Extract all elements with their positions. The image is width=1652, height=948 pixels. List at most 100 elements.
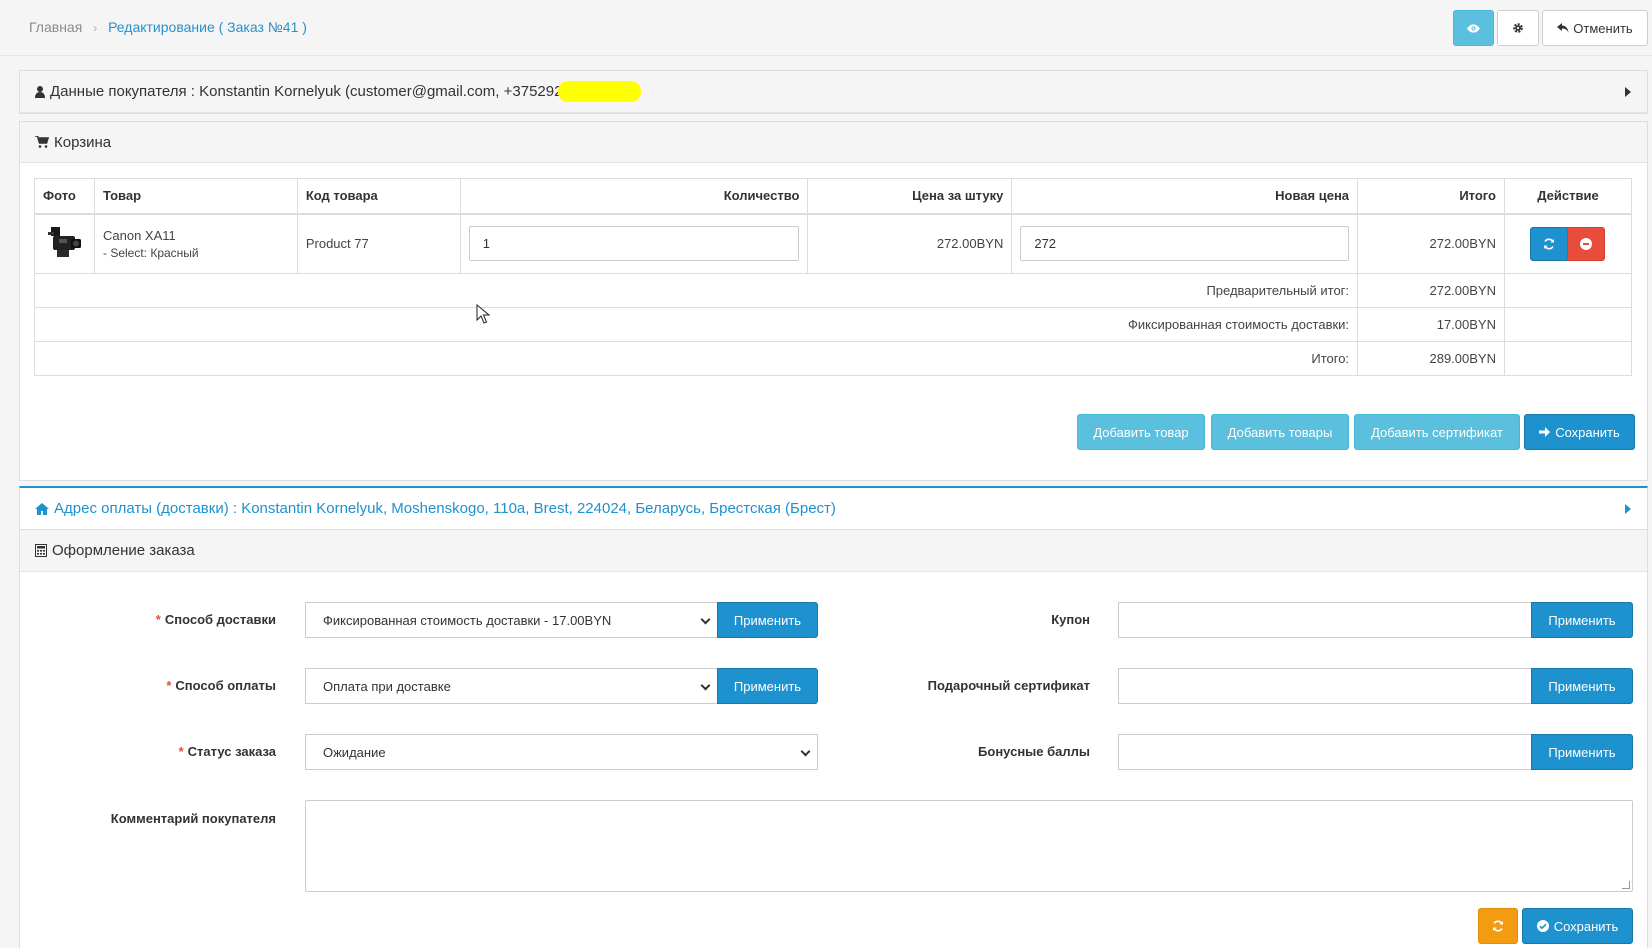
cart-table: Фото Товар Код товара Количество Цена за… xyxy=(33,178,1633,376)
apply-payment-button[interactable]: Применить xyxy=(717,668,818,704)
breadcrumb-current-link[interactable]: Редактирование ( Заказ №41 ) xyxy=(108,19,307,35)
unit-price: 272.00BYN xyxy=(807,213,1013,274)
check-circle-icon xyxy=(1536,920,1549,932)
totals-value: 17.00BYN xyxy=(1357,307,1505,342)
shipping-method-select[interactable]: Фиксированная стоимость доставки - 17.00… xyxy=(305,602,718,638)
cancel-button[interactable]: Отменить xyxy=(1542,10,1648,46)
resize-grip-icon[interactable] xyxy=(1622,881,1630,889)
add-products-button[interactable]: Добавить товары xyxy=(1211,414,1349,450)
payment-method-label: * Способ оплаты xyxy=(166,678,276,693)
eye-icon xyxy=(1467,23,1480,33)
column-header: Код товара xyxy=(296,178,461,215)
product-name-link[interactable]: Canon XA11 xyxy=(103,228,289,243)
totals-empty-cell xyxy=(1503,341,1633,376)
camcorder-product-image[interactable] xyxy=(45,223,83,261)
totals-row: Итого: 289.00BYN xyxy=(33,341,1633,376)
caret-right-icon xyxy=(1625,86,1631,97)
customer-panel-title: Данные покупателя : Konstantin Kornelyuk… xyxy=(50,83,563,100)
shipping-method-label: * Способ доставки xyxy=(155,612,276,627)
totals-label: Предварительный итог: xyxy=(33,273,1359,308)
reward-points-input[interactable] xyxy=(1118,734,1532,770)
cart-save-label: Сохранить xyxy=(1555,424,1620,440)
apply-shipping-button[interactable]: Применить xyxy=(717,602,818,638)
coupon-label: Купон xyxy=(1051,612,1090,627)
checkout-panel-header: Оформление заказа xyxy=(20,530,1647,572)
reward-points-label: Бонусные баллы xyxy=(978,744,1090,759)
column-header: Товар xyxy=(93,178,298,215)
payment-method-select[interactable]: Оплата при доставке xyxy=(305,668,718,704)
reply-icon xyxy=(1557,22,1569,32)
address-panel-header[interactable]: Адрес оплаты (доставки) : Konstantin Kor… xyxy=(20,488,1647,529)
column-header: Действие xyxy=(1503,178,1633,215)
cart-panel-title: Корзина xyxy=(54,133,112,151)
add-product-button[interactable]: Добавить товар xyxy=(1077,414,1205,450)
remove-item-button[interactable] xyxy=(1567,226,1606,261)
refresh-icon xyxy=(1544,238,1555,250)
totals-label: Итого: xyxy=(33,341,1359,376)
totals-empty-cell xyxy=(1503,307,1633,342)
order-status-label: * Статус заказа xyxy=(178,744,276,759)
breadcrumb: Главная › Редактирование ( Заказ №41 ) xyxy=(29,19,307,35)
home-icon xyxy=(35,502,49,515)
refresh-item-button[interactable] xyxy=(1530,226,1569,261)
new-price-input[interactable]: 272 xyxy=(1020,226,1350,262)
apply-voucher-button[interactable]: Применить xyxy=(1531,668,1633,704)
checkout-save-label: Сохранить xyxy=(1553,918,1619,934)
product-option: - Select: Красный xyxy=(102,245,199,260)
address-panel: Адрес оплаты (доставки) : Konstantin Kor… xyxy=(19,486,1648,529)
gear-icon xyxy=(1513,23,1523,33)
chevron-down-icon xyxy=(800,746,811,757)
product-photo-cell xyxy=(34,213,95,274)
cart-table-header-row: Фото Товар Код товара Количество Цена за… xyxy=(34,178,1633,215)
apply-coupon-button[interactable]: Применить xyxy=(1531,602,1633,638)
breadcrumb-home-link[interactable]: Главная xyxy=(29,19,82,35)
add-certificate-button[interactable]: Добавить сертификат xyxy=(1354,414,1520,450)
calculator-icon xyxy=(35,544,47,557)
coupon-input[interactable] xyxy=(1118,602,1532,638)
column-header: Фото xyxy=(34,178,95,215)
totals-value: 272.00BYN xyxy=(1357,273,1505,308)
breadcrumb-separator: › xyxy=(93,21,98,35)
checkout-save-button[interactable]: Сохранить xyxy=(1522,908,1633,944)
caret-right-icon xyxy=(1625,503,1631,514)
quantity-cell: 1 xyxy=(459,213,809,274)
arrow-right-icon xyxy=(1539,427,1551,437)
totals-empty-cell xyxy=(1503,273,1633,308)
settings-button[interactable] xyxy=(1497,10,1539,46)
refresh-icon xyxy=(1493,920,1503,932)
item-total: 272.00BYN xyxy=(1357,213,1505,274)
customer-panel: Данные покупателя : Konstantin Kornelyuk… xyxy=(19,70,1648,114)
cart-save-button[interactable]: Сохранить xyxy=(1524,414,1635,450)
payment-method-value: Оплата при доставке xyxy=(323,678,451,694)
customer-panel-header[interactable]: Данные покупателя : Konstantin Kornelyuk… xyxy=(20,71,1647,113)
chevron-down-icon xyxy=(700,614,711,625)
customer-comment-label: Комментарий покупателя xyxy=(110,811,276,826)
product-code: Product 77 xyxy=(296,213,461,274)
voucher-label: Подарочный сертификат xyxy=(927,678,1090,693)
totals-row: Предварительный итог: 272.00BYN xyxy=(33,273,1633,308)
redacted-phone-highlight: XXXXXXX xyxy=(558,81,641,102)
quantity-input[interactable]: 1 xyxy=(468,226,800,262)
mouse-cursor-icon xyxy=(476,304,490,324)
column-header: Итого xyxy=(1357,178,1505,215)
table-row: Canon XA11 - Select: Красный Product 77 … xyxy=(34,213,1633,274)
totals-value: 289.00BYN xyxy=(1357,341,1505,376)
voucher-input[interactable] xyxy=(1118,668,1532,704)
totals-row: Фиксированная стоимость доставки: 17.00B… xyxy=(33,307,1633,342)
column-header: Новая цена xyxy=(1011,178,1359,215)
cancel-button-label: Отменить xyxy=(1573,20,1633,36)
shipping-method-value: Фиксированная стоимость доставки - 17.00… xyxy=(323,612,612,628)
action-cell xyxy=(1503,213,1633,274)
customer-comment-textarea[interactable] xyxy=(305,800,1633,892)
shopping-cart-icon xyxy=(35,136,49,148)
checkout-panel-title: Оформление заказа xyxy=(52,542,195,559)
chevron-down-icon xyxy=(700,680,711,691)
order-status-select[interactable]: Ожидание xyxy=(305,734,818,770)
user-icon xyxy=(35,85,45,98)
new-price-cell: 272 xyxy=(1011,213,1359,274)
view-invoice-button[interactable] xyxy=(1453,10,1494,46)
apply-reward-button[interactable]: Применить xyxy=(1531,734,1633,770)
order-status-value: Ожидание xyxy=(323,744,386,760)
reset-button[interactable] xyxy=(1478,908,1518,944)
column-header: Цена за штуку xyxy=(807,178,1013,215)
